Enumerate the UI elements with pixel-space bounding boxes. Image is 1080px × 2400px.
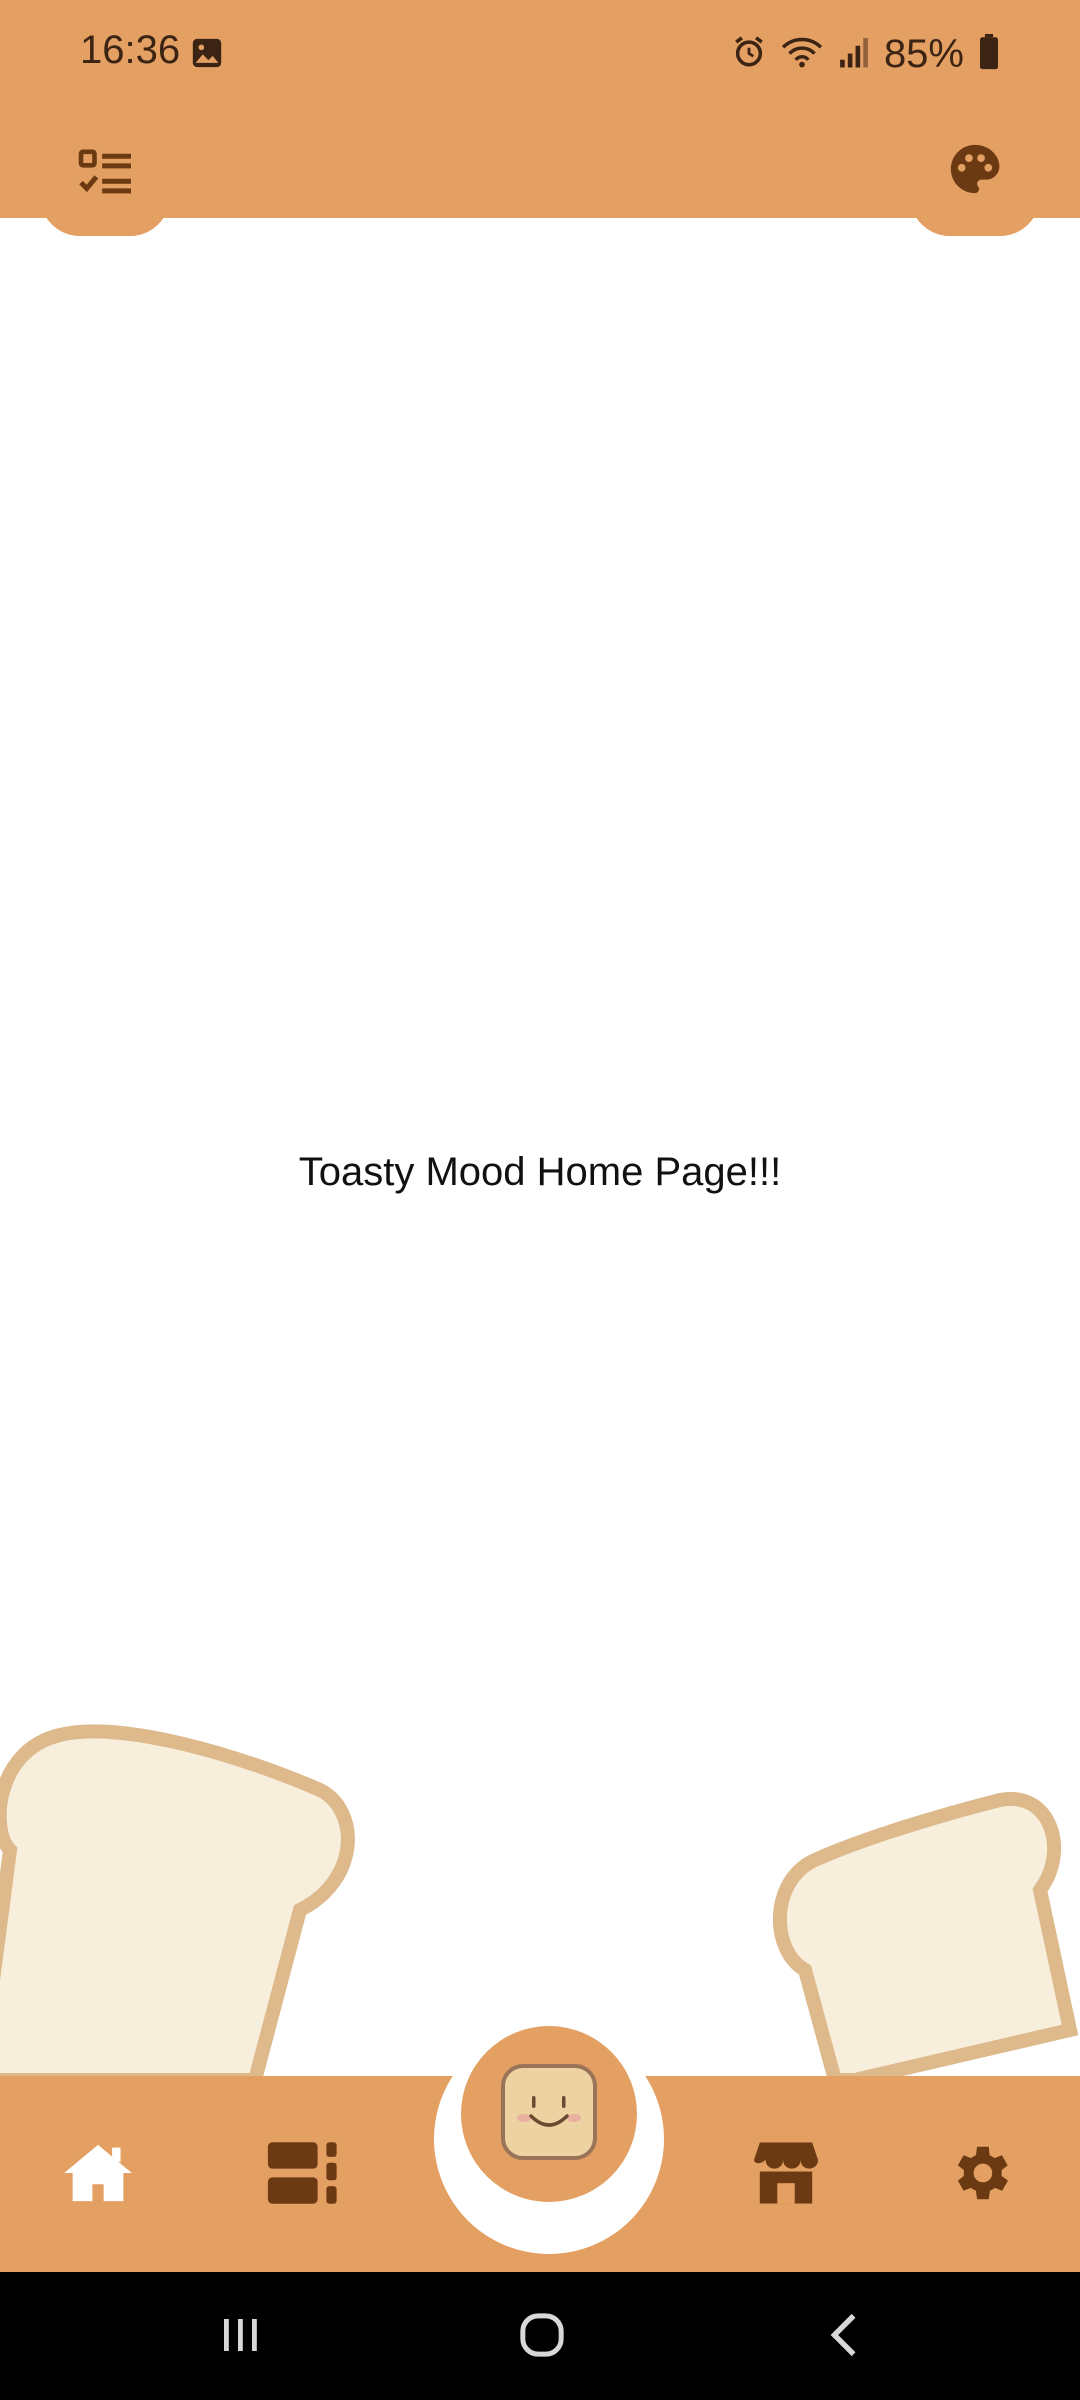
smiley-toast-icon: [499, 2062, 599, 2167]
palette-icon: [946, 140, 1004, 203]
mood-toast-button[interactable]: [461, 2026, 637, 2202]
system-nav-bar: [0, 2272, 1080, 2400]
nav-dashboard[interactable]: [253, 2130, 353, 2220]
back-button[interactable]: [784, 2292, 904, 2382]
wifi-icon: [780, 34, 824, 75]
home-icon: [60, 2142, 136, 2209]
gallery-icon: [190, 36, 224, 75]
home-page-text: Toasty Mood Home Page!!!: [298, 1150, 782, 1194]
checklist-button[interactable]: [66, 140, 146, 210]
alarm-icon: [732, 35, 766, 74]
status-time: 16:36: [80, 28, 181, 72]
status-icons: 85%: [732, 24, 1000, 84]
nav-store[interactable]: [736, 2130, 836, 2220]
recents-icon: [220, 2315, 260, 2360]
back-icon: [826, 2312, 862, 2363]
toast-right-illustration: [772, 1791, 1079, 2080]
home-circle-icon: [519, 2312, 565, 2363]
palette-button[interactable]: [935, 136, 1015, 206]
home-system-button[interactable]: [482, 2292, 602, 2382]
store-icon: [754, 2139, 818, 2212]
recents-button[interactable]: [180, 2292, 300, 2382]
checklist-icon: [77, 148, 135, 203]
signal-icon: [838, 35, 870, 74]
nav-home[interactable]: [48, 2130, 148, 2220]
toast-left-illustration: [0, 1724, 355, 2080]
battery-icon: [978, 33, 1000, 75]
battery-percent: 85%: [883, 31, 964, 76]
nav-settings[interactable]: [930, 2130, 1030, 2220]
settings-icon: [945, 2138, 1015, 2213]
dashboard-icon: [265, 2139, 341, 2212]
status-bar: 16:36 85%: [0, 0, 1080, 108]
